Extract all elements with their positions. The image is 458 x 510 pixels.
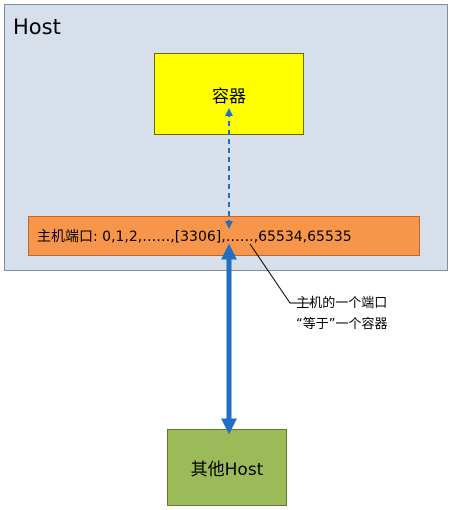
annotation-leader-line xyxy=(249,243,312,304)
connector-layer xyxy=(220,108,312,435)
